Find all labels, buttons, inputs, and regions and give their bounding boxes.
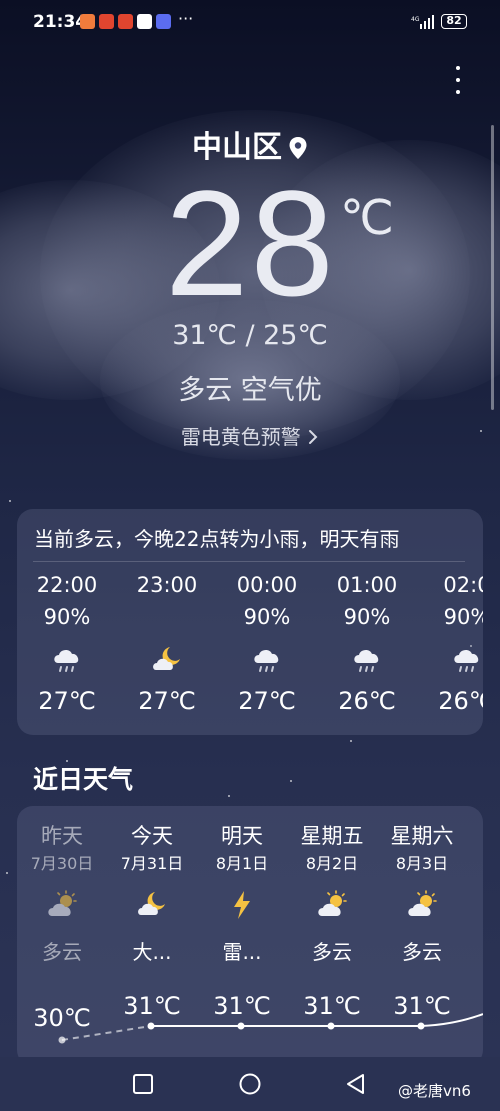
back-button[interactable] — [345, 1073, 367, 1095]
precipitation-probability: 90% — [243, 605, 291, 629]
location-pin-icon — [289, 137, 307, 159]
weather-alert-link[interactable]: 雷电黄色预警 — [0, 421, 500, 450]
rain-cloud-icon — [254, 649, 279, 672]
notification-app-icon — [99, 14, 114, 29]
precipitation-probability: 90% — [43, 605, 91, 629]
precipitation-probability — [117, 605, 217, 639]
high-temperature-point — [417, 1022, 425, 1030]
high-temperature-point — [58, 1036, 66, 1044]
hour-time: 00:00 — [236, 573, 298, 597]
notification-app-icon — [137, 14, 152, 29]
status-time: 21:34 — [33, 12, 88, 32]
hour-time: 22:00 — [36, 573, 98, 597]
hourly-item: 00:00 90% 27℃ — [217, 573, 317, 715]
chevron-right-icon — [309, 430, 318, 444]
battery-icon: 82 — [441, 14, 467, 29]
more-notifications-icon: ··· — [178, 9, 194, 28]
hour-temperature: 27℃ — [38, 687, 96, 715]
high-temperature-point — [237, 1022, 245, 1030]
temperature-unit: ℃ — [340, 190, 394, 246]
daily-forecast-card[interactable]: 昨天 7月30日 多云 今天 7月31日 大... 明天 8月1日 雷... 星… — [17, 806, 483, 1066]
mail-icon — [156, 14, 171, 29]
home-button[interactable] — [239, 1073, 261, 1095]
hourly-item: 22:00 90% 27℃ — [17, 573, 117, 715]
hour-temperature: 26℃ — [338, 687, 396, 715]
hourly-summary: 当前多云，今晚22点转为小雨，明天有雨 — [34, 527, 400, 551]
precipitation-probability: 90% — [443, 605, 483, 629]
signal-icon: 4G — [411, 15, 434, 29]
rain-cloud-icon — [54, 649, 79, 672]
high-temperature-point — [147, 1022, 155, 1030]
hourly-item: 02:0 90% 26℃ — [417, 573, 483, 715]
weather-condition: 多云 空气优 — [178, 375, 322, 406]
hourly-item: 23:00 27℃ — [117, 573, 217, 715]
high-temperature-trend-line — [58, 1013, 483, 1044]
hour-time: 01:00 — [336, 573, 398, 597]
rain-cloud-icon — [354, 649, 379, 672]
recent-apps-button[interactable] — [132, 1073, 154, 1095]
hour-time: 23:00 — [136, 573, 198, 597]
hour-temperature: 27℃ — [138, 687, 196, 715]
notification-app-icon — [118, 14, 133, 29]
section-title: 近日天气 — [33, 765, 134, 794]
hour-temperature: 26℃ — [438, 687, 483, 715]
hourly-forecast-card[interactable]: 当前多云，今晚22点转为小雨，明天有雨 22:00 90% 27℃ 23:00 … — [17, 509, 483, 735]
weather-alert-label: 雷电黄色预警 — [180, 425, 301, 449]
temperature-range: 31℃ / 25℃ — [172, 320, 328, 351]
high-temperature-point — [327, 1022, 335, 1030]
hourly-item: 01:00 90% 26℃ — [317, 573, 417, 715]
current-temperature: 28 — [165, 159, 336, 327]
rain-cloud-icon — [454, 649, 479, 672]
watermark: @老唐vn6 — [398, 1082, 471, 1100]
more-menu-button[interactable] — [448, 64, 468, 98]
hour-temperature: 27℃ — [238, 687, 296, 715]
status-bar: 21:34 ··· 4G 82 — [0, 0, 500, 44]
precipitation-probability: 90% — [343, 605, 391, 629]
divider — [33, 561, 465, 562]
network-type: 4G — [411, 16, 420, 23]
hour-time: 02:0 — [443, 573, 483, 597]
cloudy-night-icon — [153, 647, 180, 670]
notification-app-icon — [80, 14, 95, 29]
